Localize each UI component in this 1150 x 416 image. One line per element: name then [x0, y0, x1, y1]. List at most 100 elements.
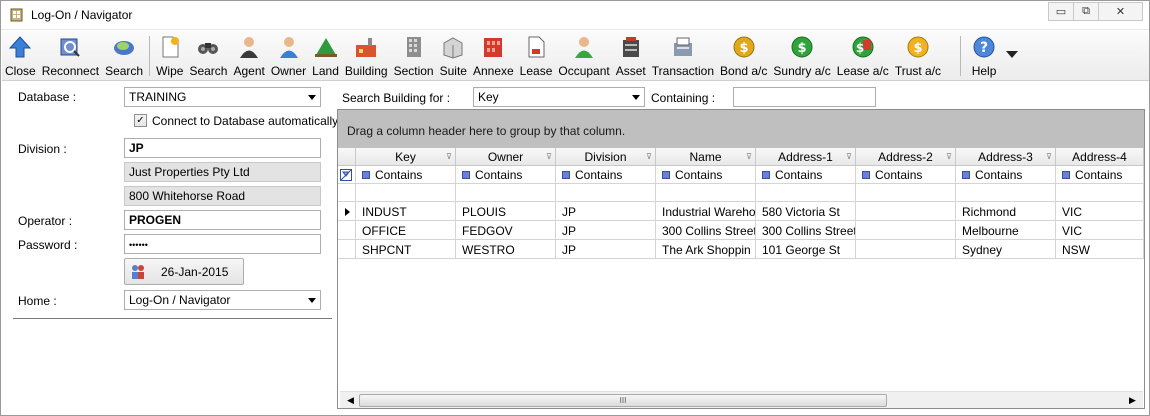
horizontal-scrollbar[interactable]: ◀ III ▶ [340, 391, 1143, 408]
column-header-owner[interactable]: Owner ⊽ [456, 148, 556, 166]
filter-value-cell[interactable] [956, 184, 1056, 202]
toolbar-overflow-button[interactable] [1006, 51, 1019, 58]
filter-cell[interactable]: Contains [856, 166, 956, 184]
agent-button[interactable]: Agent [230, 31, 267, 81]
column-header-name[interactable]: Name ⊽ [656, 148, 756, 166]
division-input[interactable]: JP [124, 138, 321, 158]
filter-cell[interactable]: Contains [656, 166, 756, 184]
group-by-panel[interactable]: Drag a column header here to group by th… [338, 110, 1144, 148]
table-cell[interactable]: 300 Collins Street [656, 221, 756, 240]
password-input[interactable]: •••••• [124, 234, 321, 254]
table-cell[interactable]: VIC [1056, 202, 1144, 221]
table-cell[interactable]: VIC [1056, 221, 1144, 240]
table-cell[interactable]: 101 George St [756, 240, 856, 259]
filter-cell[interactable]: Contains [556, 166, 656, 184]
filter-value-cell[interactable] [456, 184, 556, 202]
column-header-address-4[interactable]: Address-4 [1056, 148, 1144, 166]
table-cell[interactable]: FEDGOV [456, 221, 556, 240]
table-cell[interactable]: PLOUIS [456, 202, 556, 221]
lease-account-icon: $ [852, 36, 874, 58]
table-cell[interactable]: 300 Collins Street [756, 221, 856, 240]
annexe-button[interactable]: Annexe [470, 31, 517, 81]
table-cell[interactable]: OFFICE [356, 221, 456, 240]
table-cell[interactable]: JP [556, 240, 656, 259]
land-button[interactable]: Land [309, 31, 342, 81]
filter-cell[interactable]: Contains [956, 166, 1056, 184]
table-cell[interactable]: JP [556, 202, 656, 221]
lease-account-button[interactable]: $ Lease a/c [834, 31, 892, 81]
table-cell[interactable]: NSW [1056, 240, 1144, 259]
table-cell[interactable]: INDUST [356, 202, 456, 221]
filter-value-cell[interactable] [356, 184, 456, 202]
filter-value-cell[interactable] [1056, 184, 1144, 202]
table-cell[interactable]: Industrial Wareho [656, 202, 756, 221]
owner-button[interactable]: Owner [268, 31, 309, 81]
filter-cell[interactable]: Contains [456, 166, 556, 184]
lease-button[interactable]: Lease [517, 31, 556, 81]
table-cell[interactable] [856, 240, 956, 259]
reconnect-button[interactable]: Reconnect [39, 31, 102, 81]
filter-value-cell[interactable] [756, 184, 856, 202]
table-cell[interactable]: Richmond [956, 202, 1056, 221]
binoculars-search-button[interactable]: Search [186, 31, 230, 81]
scroll-left-button[interactable]: ◀ [342, 393, 359, 408]
table-cell[interactable]: 580 Victoria St [756, 202, 856, 221]
table-row[interactable]: SHPCNT WESTRO JP The Ark Shoppin 101 Geo… [338, 240, 1144, 259]
table-row[interactable]: OFFICE FEDGOV JP 300 Collins Street 300 … [338, 221, 1144, 240]
division-address-field: 800 Whitehorse Road [124, 186, 321, 206]
connect-auto-checkbox[interactable]: ✓ [134, 114, 147, 127]
binoculars-search-button-label: Search [189, 64, 228, 78]
filter-value-cell[interactable] [856, 184, 956, 202]
close-button[interactable]: Close [2, 31, 39, 81]
wipe-icon [162, 36, 179, 58]
toolbar-separator [149, 36, 151, 76]
filter-value-cell[interactable] [656, 184, 756, 202]
table-cell[interactable]: Sydney [956, 240, 1056, 259]
building-button[interactable]: Building [342, 31, 391, 81]
scrollbar-thumb[interactable]: III [359, 394, 887, 407]
transaction-button[interactable]: Transaction [649, 31, 717, 81]
table-cell[interactable]: The Ark Shoppin [656, 240, 756, 259]
database-select[interactable]: TRAINING [124, 87, 321, 107]
section-button[interactable]: Section [391, 31, 437, 81]
date-button[interactable]: 26-Jan-2015 [124, 258, 244, 285]
suite-button[interactable]: Suite [437, 31, 470, 81]
search-field-select[interactable]: Key [473, 87, 645, 107]
asset-button[interactable]: Asset [613, 31, 649, 81]
filter-cell[interactable]: Contains [356, 166, 456, 184]
table-cell[interactable]: WESTRO [456, 240, 556, 259]
minimize-button[interactable]: ▭ [1048, 2, 1074, 21]
building-button-label: Building [344, 64, 388, 78]
column-header-key[interactable]: Key ⊽ [356, 148, 456, 166]
table-cell[interactable]: Melbourne [956, 221, 1056, 240]
close-window-button[interactable]: ✕ [1098, 2, 1143, 21]
filter-clear-button[interactable] [338, 166, 356, 184]
home-select[interactable]: Log-On / Navigator [124, 290, 321, 310]
column-header-division[interactable]: Division ⊽ [556, 148, 656, 166]
bond-account-button[interactable]: $ Bond a/c [717, 31, 770, 81]
table-row[interactable]: INDUST PLOUIS JP Industrial Wareho 580 V… [338, 202, 1144, 221]
column-header-address-2[interactable]: Address-2 ⊽ [856, 148, 956, 166]
table-cell[interactable]: SHPCNT [356, 240, 456, 259]
current-row-icon [345, 208, 350, 216]
search-globe-button[interactable]: Search [102, 31, 146, 81]
filter-operator-label: Contains [575, 168, 623, 182]
containing-input[interactable] [733, 87, 876, 107]
column-header-key-label: Key [395, 150, 416, 164]
wipe-button[interactable]: Wipe [153, 31, 186, 81]
table-cell[interactable] [856, 221, 956, 240]
occupant-button[interactable]: Occupant [555, 31, 612, 81]
column-header-address-1[interactable]: Address-1 ⊽ [756, 148, 856, 166]
scroll-right-button[interactable]: ▶ [1124, 393, 1141, 408]
maximize-button[interactable]: ⧉ [1073, 2, 1099, 21]
filter-cell[interactable]: Contains [1056, 166, 1144, 184]
trust-account-button[interactable]: $ Trust a/c [892, 31, 944, 81]
help-button[interactable]: ? Help [968, 31, 1000, 81]
operator-input[interactable]: PROGEN [124, 210, 321, 230]
column-header-address-3[interactable]: Address-3 ⊽ [956, 148, 1056, 166]
filter-value-cell[interactable] [556, 184, 656, 202]
sundry-account-button[interactable]: $ Sundry a/c [770, 31, 833, 81]
table-cell[interactable]: JP [556, 221, 656, 240]
filter-cell[interactable]: Contains [756, 166, 856, 184]
table-cell[interactable] [856, 202, 956, 221]
